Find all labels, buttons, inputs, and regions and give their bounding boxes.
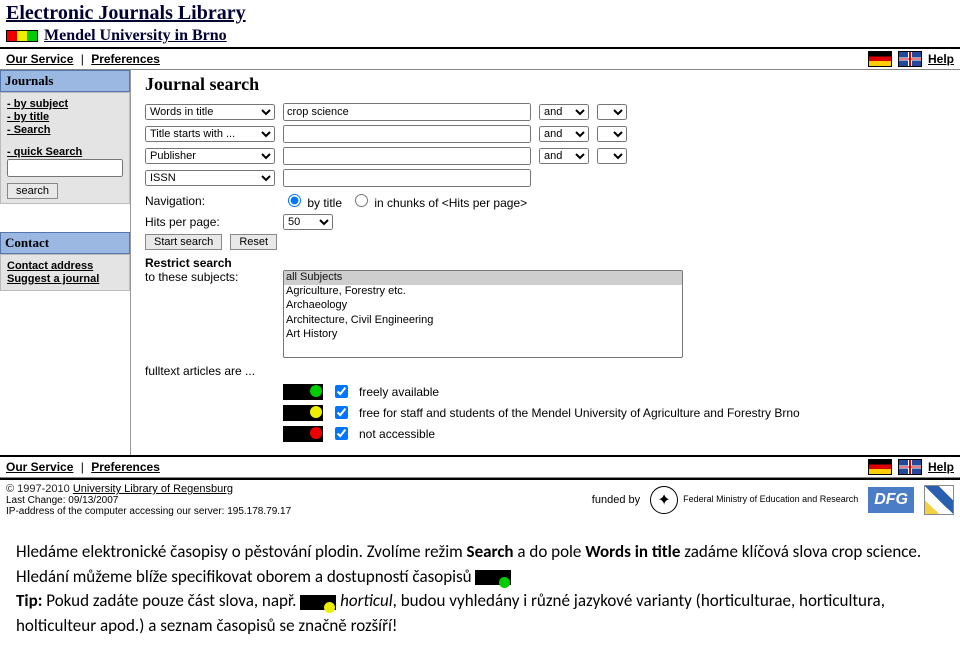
inline-yellow-icon: [300, 595, 336, 610]
site-title: Electronic Journals Library: [6, 2, 954, 25]
sidebar-quick-search[interactable]: - quick Search: [7, 146, 123, 158]
annotation-text: Hledáme elektronické časopisy o pěstován…: [0, 520, 960, 659]
restrict-label: Restrict search: [145, 256, 950, 270]
sidebar-suggest-journal[interactable]: Suggest a journal: [7, 273, 123, 285]
term-input-3[interactable]: [283, 147, 531, 165]
inline-green-icon: [475, 570, 511, 585]
avail-not-checkbox[interactable]: [335, 427, 348, 440]
flag-uk-icon[interactable]: [898, 51, 922, 67]
nav-help-bottom[interactable]: Help: [928, 460, 954, 474]
term-input-2[interactable]: [283, 125, 531, 143]
page-title: Journal search: [145, 74, 950, 95]
sidebar-search[interactable]: - Search: [7, 124, 123, 136]
nav-radio-chunks[interactable]: in chunks of <Hits per page>: [350, 191, 527, 210]
bool-select-3[interactable]: and: [539, 148, 589, 164]
funded-by-label: funded by: [592, 494, 640, 506]
avail-free-label: freely available: [359, 385, 439, 399]
navigation-label: Navigation:: [145, 194, 275, 208]
last-change: Last Change: 09/13/2007: [6, 495, 291, 506]
sidebar-by-title[interactable]: - by title: [7, 111, 123, 123]
nav-preferences[interactable]: Preferences: [91, 52, 160, 66]
sidebar-contact-address[interactable]: Contact address: [7, 260, 123, 272]
quick-search-button[interactable]: search: [7, 183, 58, 199]
nav-radio-title[interactable]: by title: [283, 191, 342, 210]
eagle-icon: ✦: [650, 486, 678, 514]
bottom-navbar: Our Service | Preferences Help: [0, 455, 960, 478]
flag-de-icon[interactable]: [868, 51, 892, 67]
bavaria-icon: [924, 485, 954, 515]
sidebar-heading-contact: Contact: [0, 232, 130, 254]
library-link[interactable]: University Library of Regensburg: [73, 483, 233, 495]
ip-address: IP-address of the computer accessing our…: [6, 506, 291, 517]
top-navbar: Our Service | Preferences Help: [0, 49, 960, 70]
flag-uk-icon-bottom[interactable]: [898, 459, 922, 475]
sidebar-by-subject[interactable]: - by subject: [7, 98, 123, 110]
flag-de-icon-bottom[interactable]: [868, 459, 892, 475]
avail-free-checkbox[interactable]: [335, 385, 348, 398]
avail-not-label: not accessible: [359, 427, 435, 441]
subjects-listbox[interactable]: all Subjects Agriculture, Forestry etc. …: [283, 270, 683, 358]
avail-yellow-icon: [283, 405, 323, 421]
bool-select-1[interactable]: and: [539, 104, 589, 120]
field-select-4[interactable]: ISSN: [145, 170, 275, 186]
dfg-logo: DFG: [868, 487, 914, 513]
hits-select[interactable]: 50: [283, 214, 333, 230]
nav-help[interactable]: Help: [928, 52, 954, 66]
avail-staff-checkbox[interactable]: [335, 406, 348, 419]
term-input-1[interactable]: [283, 103, 531, 121]
copyright-text: © 1997-2010: [6, 483, 73, 495]
restrict-sub-label: to these subjects:: [145, 270, 275, 284]
ministry-label: Federal Ministry of Education and Resear…: [683, 495, 858, 504]
reset-button[interactable]: Reset: [230, 234, 277, 250]
sidebar: Journals - by subject - by title - Searc…: [0, 70, 131, 455]
extra-select-1[interactable]: [597, 104, 627, 120]
nav-our-service-bottom[interactable]: Our Service: [6, 460, 73, 474]
avail-staff-label: free for staff and students of the Mende…: [359, 406, 800, 420]
field-select-2[interactable]: Title starts with ...: [145, 126, 275, 142]
sidebar-heading-journals: Journals: [0, 70, 130, 92]
term-input-4[interactable]: [283, 169, 531, 187]
hits-label: Hits per page:: [145, 215, 275, 229]
extra-select-3[interactable]: [597, 148, 627, 164]
quick-search-input[interactable]: [7, 159, 123, 177]
traffic-light-icon: [6, 30, 38, 42]
nav-preferences-bottom[interactable]: Preferences: [91, 460, 160, 474]
header: Electronic Journals Library Mendel Unive…: [0, 0, 960, 49]
extra-select-2[interactable]: [597, 126, 627, 142]
institution-name: Mendel University in Brno: [44, 27, 227, 45]
avail-green-icon: [283, 384, 323, 400]
field-select-3[interactable]: Publisher: [145, 148, 275, 164]
fulltext-label: fulltext articles are ...: [145, 364, 275, 378]
start-search-button[interactable]: Start search: [145, 234, 222, 250]
main-content: Journal search Words in title and Title …: [131, 70, 960, 455]
footer: © 1997-2010 University Library of Regens…: [0, 478, 960, 520]
nav-our-service[interactable]: Our Service: [6, 52, 73, 66]
bool-select-2[interactable]: and: [539, 126, 589, 142]
field-select-1[interactable]: Words in title: [145, 104, 275, 120]
avail-red-icon: [283, 426, 323, 442]
